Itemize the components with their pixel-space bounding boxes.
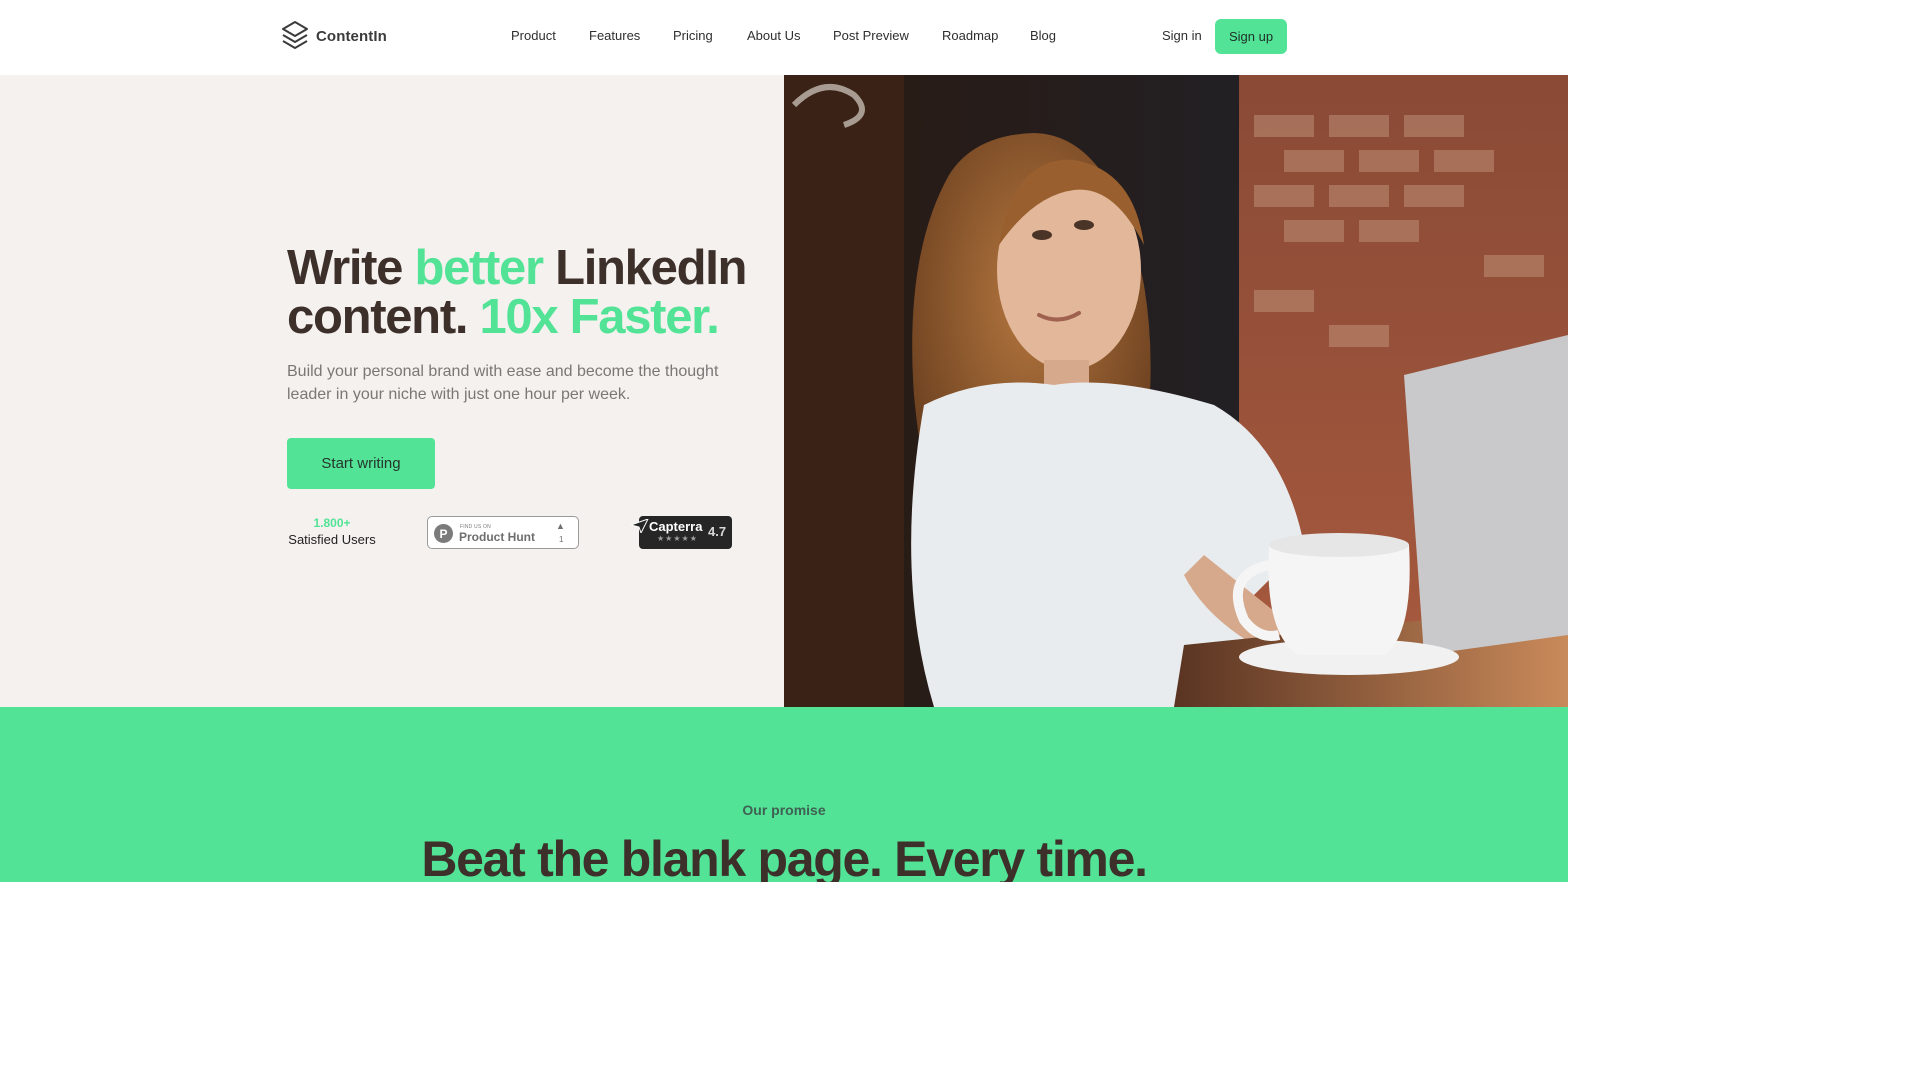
sign-in-link[interactable]: Sign in [1162,28,1202,43]
promise-eyebrow: Our promise [742,802,826,818]
promise-section: Our promise Beat the blank page. Every t… [0,707,1568,882]
nav-link-roadmap[interactable]: Roadmap [942,28,998,43]
nav-link-pricing[interactable]: Pricing [673,28,713,43]
brand-logo[interactable]: ContentIn [281,20,387,52]
headline-accent-2: 10x Faster. [479,290,719,344]
promise-title: Beat the blank page. Every time. [421,831,1148,882]
capterra-badge[interactable]: Capterra ★★★★★ 4.7 [631,516,732,549]
nav-link-product[interactable]: Product [511,28,556,43]
product-hunt-logo-icon: P [434,524,453,543]
upvote-count: 1 [559,535,564,544]
nav-link-post-preview[interactable]: Post Preview [833,28,909,43]
upvote-arrow-icon: ▲ [556,521,565,531]
nav-link-blog[interactable]: Blog [1030,28,1056,43]
start-writing-button[interactable]: Start writing [287,438,435,489]
sign-up-button[interactable]: Sign up [1215,19,1287,54]
capterra-rating: 4.7 [708,524,727,539]
nav-link-about-us[interactable]: About Us [747,28,800,43]
stat-label: Satisfied Users [288,532,376,547]
brand-name: ContentIn [316,27,387,45]
hero-photo [784,75,1568,707]
capterra-stars: ★★★★★ [657,534,698,543]
top-navbar: ContentIn Product Features Pricing About… [0,0,1568,75]
satisfied-users-stat: 1.800+ Satisfied Users [287,516,377,547]
photo-woman-laptop-cafe [784,75,1568,707]
stat-value: 1.800+ [313,516,351,530]
product-hunt-badge[interactable]: P FIND US ON Product Hunt ▲ 1 [427,516,579,549]
stacked-layers-icon [282,21,308,49]
product-hunt-name: Product Hunt [459,530,535,544]
headline-text-1: Write [287,241,415,295]
hero-headline: Write better LinkedIn content. 10x Faste… [287,244,767,342]
nav-link-features[interactable]: Features [589,28,640,43]
headline-accent-1: better [414,241,544,295]
hero-subtext: Build your personal brand with ease and … [287,363,719,403]
capterra-name: Capterra [649,519,703,534]
capterra-arrow-icon [631,519,649,533]
